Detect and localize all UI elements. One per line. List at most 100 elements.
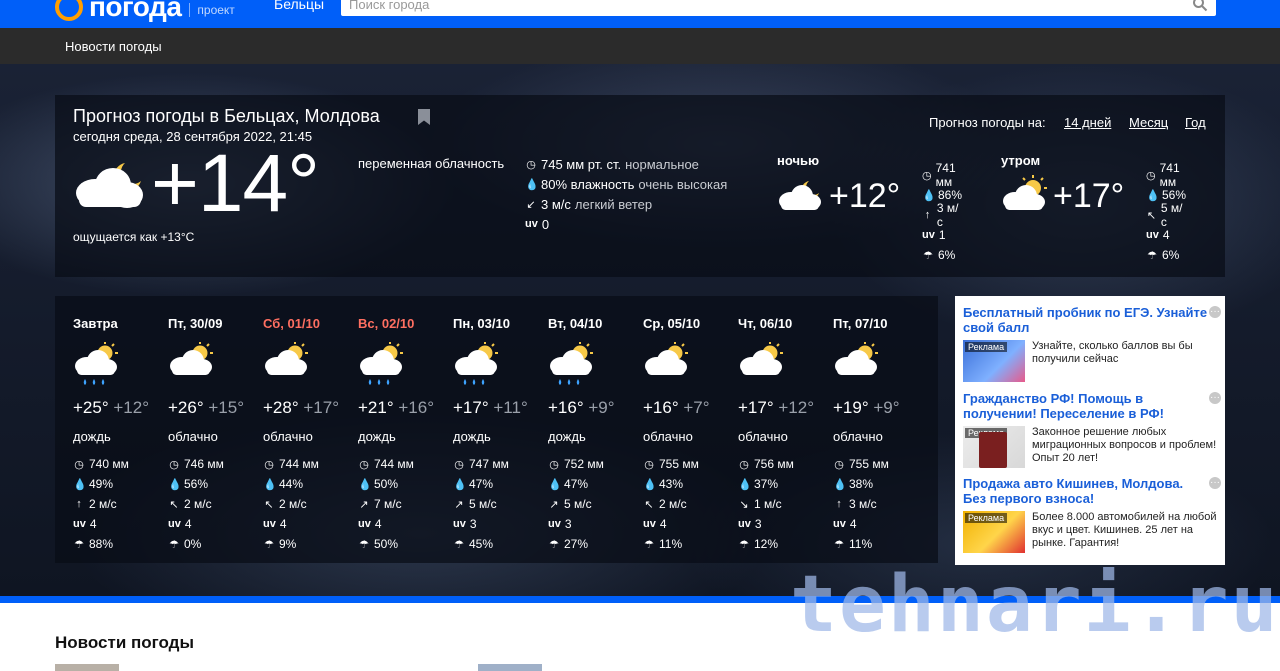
- wind-direction-icon: ↑: [836, 498, 842, 510]
- uv-value: 4: [659, 517, 667, 531]
- ad-headline[interactable]: Гражданство РФ! Помощь в получении! Пере…: [963, 391, 1208, 421]
- forecast-day[interactable]: Завтра +25° +12° дождь ◷ 740 мм 💧 49% ↑ 2 м/с uv 4…: [73, 296, 168, 563]
- wind-direction-icon: ↗: [549, 498, 559, 511]
- day-params: ◷ 744 мм 💧 50% ↗ 7 м/с uv 4 ☂ 50%: [358, 454, 414, 554]
- close-icon[interactable]: ···: [1209, 306, 1221, 318]
- humidity-value: 56%: [1162, 188, 1187, 202]
- uv-icon: uv: [922, 229, 935, 241]
- humidity-icon: 💧: [738, 478, 752, 491]
- pressure-value: 755 мм: [659, 457, 699, 471]
- daypart-temperature: +17°: [1053, 177, 1125, 215]
- ad-image[interactable]: Реклама: [963, 511, 1025, 553]
- forecast-year-link[interactable]: Год: [1185, 115, 1206, 130]
- day-condition: облачно: [263, 429, 313, 444]
- day-params: ◷ 744 мм 💧 44% ↖ 2 м/с uv 4 ☂ 9%: [263, 454, 319, 554]
- humidity-value: 37%: [754, 477, 779, 491]
- pressure-value: 745 мм рт. ст.: [541, 156, 622, 172]
- uv-icon: uv: [643, 518, 656, 530]
- search-input[interactable]: [349, 0, 1179, 14]
- uv-icon: uv: [453, 518, 466, 530]
- day-params: ◷ 752 мм 💧 47% ↗ 5 м/с uv 3 ☂ 27%: [548, 454, 604, 554]
- day-condition: дождь: [453, 429, 491, 444]
- forecast-month-link[interactable]: Месяц: [1129, 115, 1168, 130]
- ad-text[interactable]: Более 8.000 автомобилей на любой вкус и …: [1032, 511, 1220, 550]
- ad-headline[interactable]: Продажа авто Кишинев, Молдова. Без перво…: [963, 476, 1208, 506]
- forecast-day[interactable]: Сб, 01/10 +28° +17° облачно ◷ 744 мм 💧 44% ↖ 2 м…: [263, 296, 358, 563]
- wind-direction-icon: ↗: [359, 498, 369, 511]
- umbrella-icon: ☂: [549, 538, 559, 551]
- daypart-params: ◷ 741 мм 💧 86% ↑ 3 м/с uv 1 ☂ 6%: [922, 161, 963, 265]
- ad-image[interactable]: Реклама: [963, 426, 1025, 468]
- min-temp: +9°: [873, 398, 900, 417]
- day-condition: облачно: [643, 429, 693, 444]
- forecast-day[interactable]: Ср, 05/10 +16° +7° облачно ◷ 755 мм 💧 43% ↖ 2 м/…: [643, 296, 738, 563]
- ad-item[interactable]: Гражданство РФ! Помощь в получении! Пере…: [963, 391, 1221, 468]
- pressure-value: 746 мм: [184, 457, 224, 471]
- day-temperatures: +17° +11°: [453, 398, 528, 418]
- city-selector[interactable]: Бельцы: [274, 0, 324, 12]
- site-logo[interactable]: погода проект: [55, 0, 235, 22]
- humidity-value: 50%: [374, 477, 399, 491]
- news-thumbnail[interactable]: [478, 664, 542, 671]
- day-temperatures: +16° +9°: [548, 398, 615, 418]
- ad-headline[interactable]: Бесплатный пробник по ЕГЭ. Узнайте свой …: [963, 305, 1208, 335]
- min-temp: +12°: [778, 398, 815, 417]
- uv-icon: uv: [548, 518, 561, 530]
- umbrella-icon: ☂: [264, 538, 274, 551]
- close-icon[interactable]: ···: [1209, 392, 1221, 404]
- forecast-14-days-link[interactable]: 14 дней: [1064, 115, 1111, 130]
- forecast-day[interactable]: Чт, 06/10 +17° +12° облачно ◷ 756 мм 💧 37% ↘ 1 м…: [738, 296, 833, 563]
- humidity-value: 86%: [938, 188, 963, 202]
- humidity-icon: 💧: [833, 478, 847, 491]
- wind-row: ↙ 3 м/с легкий ветер: [525, 194, 727, 214]
- forecast-day[interactable]: Вт, 04/10 +16° +9° дождь ◷ 752 мм 💧 47% ↗ 5 м/с u…: [548, 296, 643, 563]
- wind-direction-icon: ↖: [169, 498, 179, 511]
- weather-news-link[interactable]: Новости погоды: [65, 39, 162, 54]
- wind-value: 2 м/с: [184, 497, 212, 511]
- logo-text: погода: [89, 0, 182, 22]
- ad-text[interactable]: Законное решение любых миграционных вопр…: [1032, 426, 1220, 465]
- pressure-icon: ◷: [739, 458, 749, 471]
- umbrella-icon: ☂: [739, 538, 749, 551]
- min-temp: +7°: [683, 398, 710, 417]
- forecast-day[interactable]: Пн, 03/10 +17° +11° дождь ◷ 747 мм 💧 47% ↗ 5 м/с…: [453, 296, 548, 563]
- search-box: [341, 0, 1216, 16]
- wind-value: 3 м/с: [849, 497, 877, 511]
- day-name: Ср, 05/10: [643, 316, 701, 331]
- humidity-icon: 💧: [525, 178, 539, 191]
- forecast-day[interactable]: Вс, 02/10 +21° +16° дождь ◷ 744 мм 💧 50% ↗ 7 м/с…: [358, 296, 453, 563]
- forecast-day[interactable]: Пт, 30/09 +26° +15° облачно ◷ 746 мм 💧 56% ↖ 2 м…: [168, 296, 263, 563]
- humidity-icon: 💧: [922, 189, 936, 202]
- pressure-note: нормальное: [625, 156, 699, 172]
- uv-icon: uv: [168, 518, 181, 530]
- day-temperatures: +21° +16°: [358, 398, 434, 418]
- top-bar: погода проект Бельцы: [0, 0, 1280, 28]
- ad-image[interactable]: Реклама: [963, 340, 1025, 382]
- forecast-day[interactable]: Пт, 07/10 +19° +9° облачно ◷ 755 мм 💧 38% ↑ 3 м/…: [833, 296, 928, 563]
- day-name: Вс, 02/10: [358, 316, 415, 331]
- uv-icon: uv: [1146, 229, 1159, 241]
- ad-text[interactable]: Узнайте, сколько баллов вы бы получили с…: [1032, 340, 1220, 366]
- umbrella-icon: ☂: [644, 538, 654, 551]
- wind-direction-icon: ↗: [454, 498, 464, 511]
- search-icon[interactable]: [1192, 0, 1208, 12]
- current-temperature: +14°: [151, 138, 320, 229]
- humidity-note: очень высокая: [638, 176, 728, 192]
- feels-like: ощущается как +13°C: [73, 230, 195, 244]
- day-params: ◷ 755 мм 💧 38% ↑ 3 м/с uv 4 ☂ 11%: [833, 454, 889, 554]
- precip-value: 11%: [659, 537, 683, 551]
- uv-icon: uv: [263, 518, 276, 530]
- news-thumbnail[interactable]: [55, 664, 119, 671]
- ad-block: Бесплатный пробник по ЕГЭ. Узнайте свой …: [955, 296, 1225, 565]
- pressure-value: 744 мм: [279, 457, 319, 471]
- umbrella-icon: ☂: [1147, 249, 1157, 262]
- ad-item[interactable]: Продажа авто Кишинев, Молдова. Без перво…: [963, 476, 1221, 553]
- uv-value: 4: [184, 517, 192, 531]
- precip-value: 27%: [564, 537, 589, 551]
- wind-direction-icon: ↘: [739, 498, 749, 511]
- bookmark-icon[interactable]: [418, 109, 430, 125]
- close-icon[interactable]: ···: [1209, 477, 1221, 489]
- day-temperatures: +16° +7°: [643, 398, 710, 418]
- ad-item[interactable]: Бесплатный пробник по ЕГЭ. Узнайте свой …: [963, 305, 1221, 382]
- pressure-icon: ◷: [526, 158, 536, 171]
